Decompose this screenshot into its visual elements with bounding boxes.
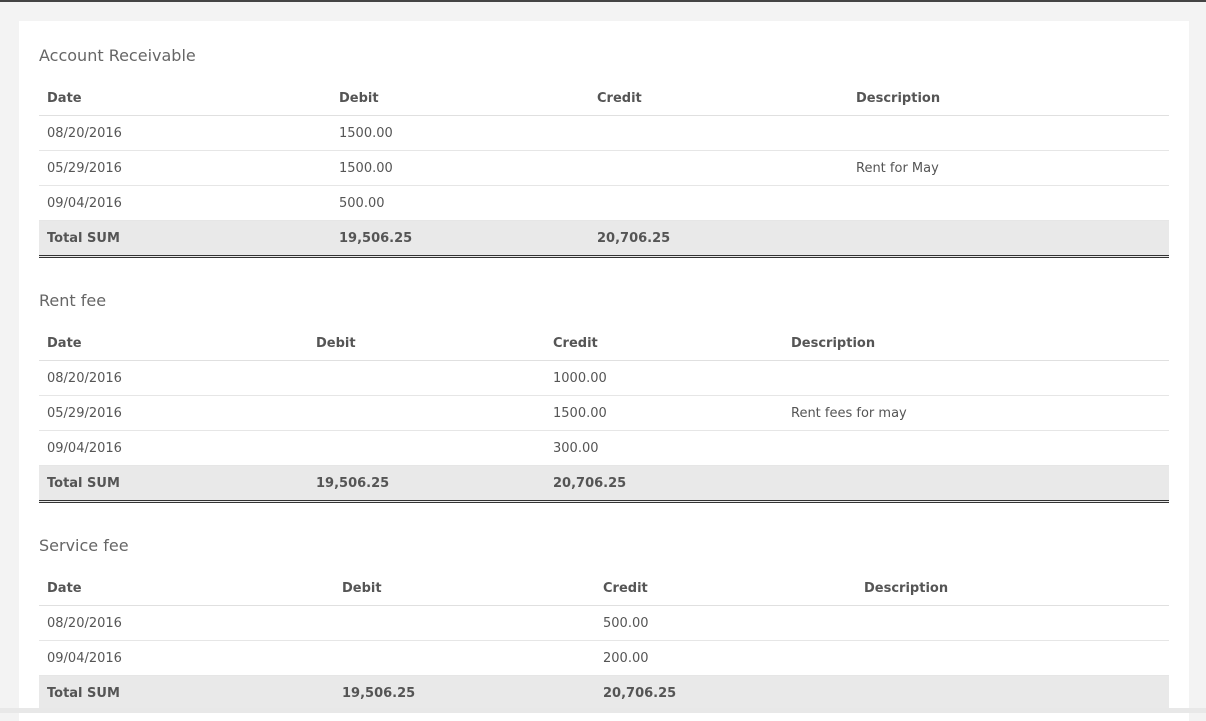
total-row: Total SUM 19,506.25 20,706.25 (39, 220, 1169, 258)
section-title: Service fee (39, 536, 129, 555)
total-credit: 20,706.25 (545, 465, 783, 503)
top-edge (0, 0, 1206, 2)
column-header-description: Description (856, 571, 1169, 606)
cell-credit (589, 150, 848, 186)
cell-date: 08/20/2016 (39, 360, 308, 396)
cell-debit: 1500.00 (331, 150, 589, 186)
cell-credit (589, 115, 848, 151)
cell-date: 08/20/2016 (39, 605, 334, 641)
total-row: Total SUM 19,506.25 20,706.25 (39, 675, 1169, 713)
table-header-row: Date Debit Credit Description (39, 326, 1169, 361)
table-row: 08/20/2016 1500.00 (39, 115, 1169, 151)
table-row: 09/04/2016 200.00 (39, 640, 1169, 676)
total-description (856, 675, 1169, 713)
cell-date: 09/04/2016 (39, 640, 334, 676)
cell-credit: 200.00 (595, 640, 856, 676)
cell-credit: 1000.00 (545, 360, 783, 396)
total-description (848, 220, 1169, 258)
column-header-debit: Debit (334, 571, 595, 606)
cell-date: 05/29/2016 (39, 395, 308, 431)
cell-description (783, 430, 1169, 466)
cell-description (856, 605, 1169, 641)
cell-debit: 500.00 (331, 185, 589, 221)
cell-debit (308, 430, 545, 466)
cell-description (848, 185, 1169, 221)
table-header-row: Date Debit Credit Description (39, 81, 1169, 116)
column-header-credit: Credit (589, 81, 848, 116)
total-credit: 20,706.25 (589, 220, 848, 258)
table-row: 09/04/2016 500.00 (39, 185, 1169, 221)
table-row: 08/20/2016 1000.00 (39, 360, 1169, 396)
ledger-table: Date Debit Credit Description 08/20/2016… (39, 81, 1169, 258)
total-debit: 19,506.25 (334, 675, 595, 713)
column-header-credit: Credit (595, 571, 856, 606)
table-header-row: Date Debit Credit Description (39, 571, 1169, 606)
cell-description: Rent fees for may (783, 395, 1169, 431)
cell-credit: 1500.00 (545, 395, 783, 431)
ledger-table: Date Debit Credit Description 08/20/2016… (39, 326, 1169, 503)
cell-description (848, 115, 1169, 151)
total-label: Total SUM (39, 220, 331, 258)
column-header-description: Description (848, 81, 1169, 116)
total-label: Total SUM (39, 675, 334, 713)
total-debit: 19,506.25 (331, 220, 589, 258)
ledger-table: Date Debit Credit Description 08/20/2016… (39, 571, 1169, 713)
section-title: Rent fee (39, 291, 107, 310)
total-description (783, 465, 1169, 503)
cell-debit (308, 360, 545, 396)
cell-date: 09/04/2016 (39, 430, 308, 466)
column-header-date: Date (39, 571, 334, 606)
cell-credit: 300.00 (545, 430, 783, 466)
column-header-debit: Debit (308, 326, 545, 361)
section-title: Account Receivable (39, 46, 196, 65)
table-row: 05/29/2016 1500.00 Rent fees for may (39, 395, 1169, 431)
cell-date: 08/20/2016 (39, 115, 331, 151)
cell-date: 05/29/2016 (39, 150, 331, 186)
cell-description (856, 640, 1169, 676)
column-header-date: Date (39, 81, 331, 116)
cell-credit: 500.00 (595, 605, 856, 641)
ledger-panel: Account Receivable Date Debit Credit Des… (19, 21, 1189, 721)
cell-description (783, 360, 1169, 396)
cell-description: Rent for May (848, 150, 1169, 186)
table-row: 08/20/2016 500.00 (39, 605, 1169, 641)
total-label: Total SUM (39, 465, 308, 503)
cell-debit (334, 640, 595, 676)
total-row: Total SUM 19,506.25 20,706.25 (39, 465, 1169, 503)
total-debit: 19,506.25 (308, 465, 545, 503)
cell-date: 09/04/2016 (39, 185, 331, 221)
total-credit: 20,706.25 (595, 675, 856, 713)
column-header-debit: Debit (331, 81, 589, 116)
bottom-edge (0, 708, 1206, 713)
column-header-credit: Credit (545, 326, 783, 361)
cell-debit (308, 395, 545, 431)
cell-debit: 1500.00 (331, 115, 589, 151)
table-row: 09/04/2016 300.00 (39, 430, 1169, 466)
cell-debit (334, 605, 595, 641)
column-header-description: Description (783, 326, 1169, 361)
table-row: 05/29/2016 1500.00 Rent for May (39, 150, 1169, 186)
cell-credit (589, 185, 848, 221)
column-header-date: Date (39, 326, 308, 361)
